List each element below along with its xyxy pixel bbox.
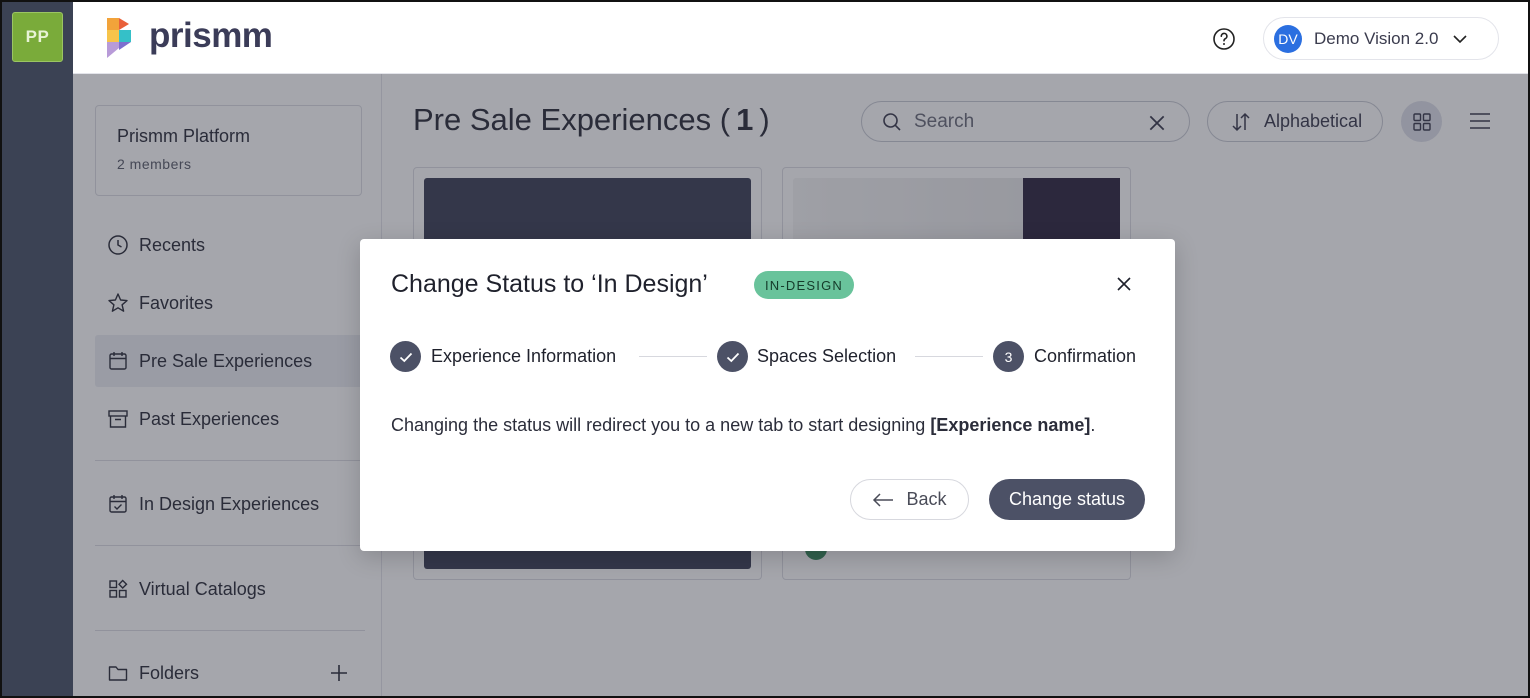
step-label: Confirmation xyxy=(1034,346,1137,366)
workspace-badge[interactable]: PP xyxy=(12,12,63,62)
back-button[interactable]: Back xyxy=(850,479,969,520)
chevron-down-icon xyxy=(1453,34,1467,43)
check-icon xyxy=(399,352,412,362)
arrow-left-icon xyxy=(873,492,894,507)
step-label: Experience Information xyxy=(431,346,617,366)
close-icon[interactable] xyxy=(1115,275,1133,293)
change-status-button[interactable]: Change status xyxy=(989,479,1145,520)
step-complete-indicator xyxy=(717,341,748,372)
prismm-logo-icon xyxy=(107,18,131,58)
back-label: Back xyxy=(906,489,947,509)
app-window: PP prismm DV Demo Vision 2.0 Prismm Plat… xyxy=(0,0,1530,698)
step-label: Spaces Selection xyxy=(757,346,897,366)
avatar: DV xyxy=(1274,24,1302,53)
workspace-rail: PP xyxy=(2,2,73,696)
help-icon[interactable] xyxy=(1212,27,1236,51)
step-current-indicator: 3 xyxy=(993,341,1024,372)
brand-name: prismm xyxy=(149,15,273,55)
change-status-dialog: Change Status to ‘In Design’ IN-DESIGN E… xyxy=(360,239,1175,551)
dialog-title: Change Status to ‘In Design’ xyxy=(391,270,708,298)
step-complete-indicator xyxy=(390,341,421,372)
dialog-message: Changing the status will redirect you to… xyxy=(391,415,1095,436)
check-icon xyxy=(726,352,739,362)
step-connector xyxy=(639,356,707,357)
user-name: Demo Vision 2.0 xyxy=(1314,28,1439,48)
top-bar: prismm DV Demo Vision 2.0 xyxy=(73,2,1528,74)
message-text: Changing the status will redirect you to… xyxy=(391,415,931,435)
user-menu[interactable]: DV Demo Vision 2.0 xyxy=(1263,17,1499,60)
experience-name-placeholder: [Experience name] xyxy=(930,415,1091,435)
brand-logo[interactable]: prismm xyxy=(103,15,273,60)
message-suffix: . xyxy=(1090,415,1096,435)
stepper: Experience Information Spaces Selection … xyxy=(390,341,1150,373)
step-connector xyxy=(915,356,983,357)
status-badge: IN-DESIGN xyxy=(754,271,854,299)
